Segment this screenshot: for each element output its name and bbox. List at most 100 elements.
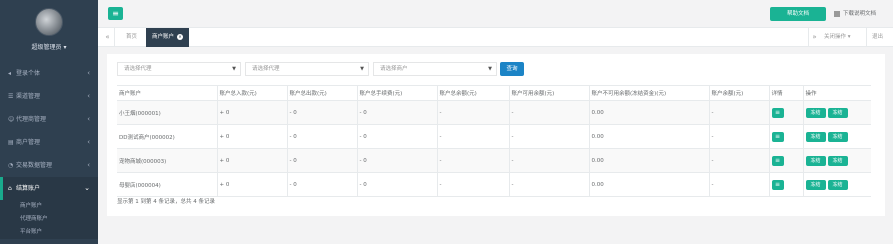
chevron-left-icon: ‹ [87,115,90,123]
cell: + 0 [216,100,287,125]
sidebar-item-merchant[interactable]: ▤ 商户管理 ‹ [0,131,98,154]
detail-button[interactable]: ≡ [771,179,784,190]
list-icon: ☰ [8,93,14,100]
cell: - 0 [356,100,437,125]
sidebar-item-label: 代理商管理 [16,116,47,123]
freeze-button[interactable]: 冻结 [827,107,848,118]
cell: 0.00 [588,172,709,197]
close-icon[interactable]: ✕ [177,34,184,40]
cell: - [436,100,509,125]
freeze-button[interactable]: 冻结 [805,179,826,190]
tab-scroll-right-button[interactable]: » [808,28,820,47]
merchant-cell: 母婴店(000004) [117,172,217,197]
detail-cell: ≡ [768,100,803,125]
cell: - [708,100,769,125]
freeze-button[interactable]: 冻结 [805,107,826,118]
detail-button[interactable]: ≡ [771,107,784,118]
tab-home[interactable]: 首页 [120,28,143,47]
sidebar-item-label: 商户管理 [16,139,41,146]
chevron-left-icon: ‹ [87,138,90,146]
detail-cell: ≡ [768,148,803,173]
cell: - [708,124,769,149]
detail-cell: ≡ [768,124,803,149]
cell: 0.00 [588,100,709,125]
col-header: 详情 [768,85,803,101]
sidebar-item-settlement[interactable]: ⌂ 结算账户 ⌄ [0,177,98,200]
tab-scroll-left-button[interactable]: « [101,28,115,47]
list-icon: ≡ [774,108,781,116]
pagination-info: 显示第 1 到第 4 条记录，总共 4 条记录 [117,199,215,205]
help-doc-button[interactable]: 帮助文档 [770,7,826,21]
caret-down-icon: ▼ [488,66,492,72]
menu-toggle-button[interactable]: ≡ [108,7,123,20]
exit-button[interactable]: 退出 [866,28,883,47]
col-header[interactable]: 账户可用余额(元) [508,85,589,101]
detail-cell: ≡ [768,172,803,197]
topbar: ≡ 帮助文档 下载说明文档 [98,0,893,28]
close-ops-dropdown[interactable]: 关闭操作 ▾ [824,28,851,47]
user-icon: ◂ [8,70,12,77]
chevron-left-icon: ‹ [87,92,90,100]
sidebar-item-label: 交易数据管理 [16,162,53,169]
sidebar-item-channel[interactable]: ☰ 渠道管理 ‹ [0,85,98,108]
cell: - [436,148,509,173]
freeze-button[interactable]: 冻结 [827,179,848,190]
agent-select-2[interactable]: 请选择代理 ▼ [245,62,369,76]
sidebar-item-label: 结算账户 [16,185,41,192]
merchant-select[interactable]: 请选择商户 ▼ [373,62,497,76]
col-header[interactable]: 账户不可用余额(冻结资金)(元) [588,85,709,101]
ops-cell: 冻结 冻结 [802,124,871,149]
cell: - [508,172,589,197]
merchant-cell: 小王烟(000001) [117,100,217,125]
sidebar-item-agent[interactable]: ☺ 代理商管理 ‹ [0,108,98,131]
sidebar-subitem-agent-account[interactable]: 代理商账户 [0,213,98,226]
sidebar-item-transactions[interactable]: ◔ 交易数据管理 ‹ [0,154,98,177]
table-row: DD测试商户(000002) + 0 - 0 - 0 - - 0.00 - ≡ … [117,124,871,149]
tab-merchant-account[interactable]: 商户账户 ✕ [146,28,190,47]
col-header[interactable]: 账户总手续费(元) [356,85,437,101]
cell: - 0 [286,100,357,125]
freeze-button[interactable]: 冻结 [827,155,848,166]
cell: - [508,148,589,173]
col-header[interactable]: 账户总出款(元) [286,85,357,101]
chevron-left-icon: ‹ [87,161,90,169]
cell: - 0 [286,172,357,197]
cell: 0.00 [588,148,709,173]
freeze-button[interactable]: 冻结 [827,131,848,142]
col-header[interactable]: 账户总入款(元) [216,85,287,101]
store-icon: ▤ [8,139,14,146]
download-doc-link[interactable]: 下载说明文档 [834,7,876,21]
freeze-button[interactable]: 冻结 [805,131,826,142]
ops-cell: 冻结 冻结 [802,172,871,197]
detail-button[interactable]: ≡ [771,155,784,166]
query-button[interactable]: 查询 [500,62,524,76]
table-header-row: 商户账户 账户总入款(元) 账户总出款(元) 账户总手续费(元) 账户总余额(元… [117,85,871,101]
merchant-cell: 宠物商城(000003) [117,148,217,173]
user-group-icon: ☺ [8,116,15,123]
chevron-down-icon: ⌄ [84,184,90,192]
cell: - [708,172,769,197]
ops-cell: 冻结 冻结 [802,100,871,125]
col-header[interactable]: 账户余额(元) [708,85,769,101]
profile-name[interactable]: 超级管理员 ▾ [0,42,98,51]
sidebar-item-login[interactable]: ◂ 登录个体 ‹ [0,62,98,85]
profile: 超级管理员 ▾ [0,0,98,62]
sidebar-subitem-platform-account[interactable]: 平台账户 [0,226,98,239]
table-row: 母婴店(000004) + 0 - 0 - 0 - - 0.00 - ≡ 冻结冻… [117,172,871,197]
list-icon: ≡ [774,180,781,188]
col-header[interactable]: 商户账户 [117,85,217,101]
agent-select-1[interactable]: 请选择代理 ▼ [117,62,241,76]
sidebar-item-label: 渠道管理 [16,93,41,100]
detail-button[interactable]: ≡ [771,131,784,142]
avatar[interactable] [35,8,63,36]
tabs-bar: « 首页 商户账户 ✕ » 关闭操作 ▾ 退出 [98,28,893,47]
sidebar-subitem-merchant-account[interactable]: 商户账户 [0,200,98,213]
cell: - [508,100,589,125]
list-icon: ≡ [774,132,781,140]
table-row: 宠物商城(000003) + 0 - 0 - 0 - - 0.00 - ≡ 冻结… [117,148,871,173]
col-header[interactable]: 账户总余额(元) [436,85,509,101]
caret-down-icon: ▼ [232,66,236,72]
cell: + 0 [216,172,287,197]
cell: - [508,124,589,149]
freeze-button[interactable]: 冻结 [805,155,826,166]
